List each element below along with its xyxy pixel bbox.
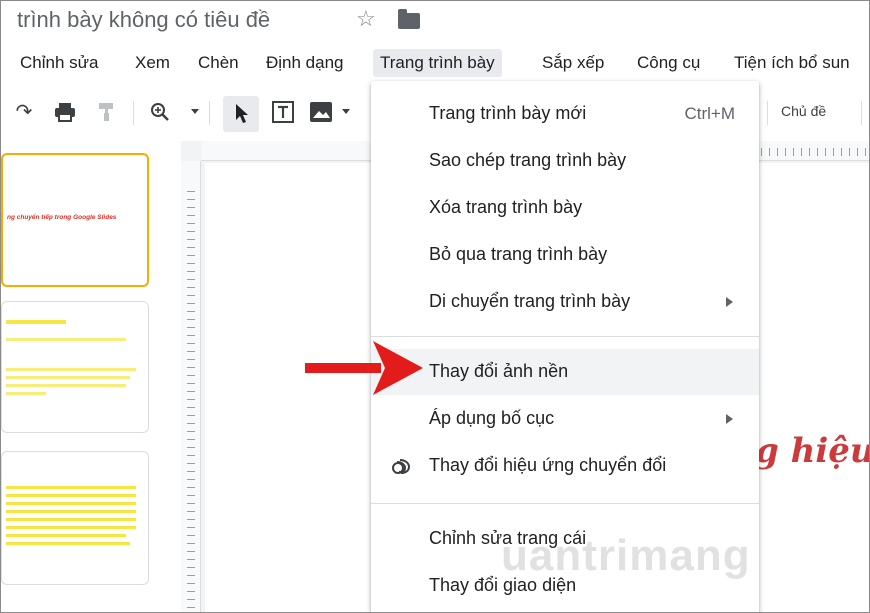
slide-thumbnail-title: ng chuyển tiếp trong Google Slides: [7, 214, 117, 221]
watermark-logo: uantrimang: [501, 531, 751, 580]
menu-item-change-background[interactable]: Thay đổi ảnh nền: [371, 349, 759, 395]
menu-bar: Chỉnh sửa Xem Chèn Định dạng Trang trình…: [1, 41, 869, 81]
toolbar-divider: [133, 101, 134, 125]
menu-item-label: Bỏ qua trang trình bày: [429, 244, 608, 264]
menu-item-label: Sao chép trang trình bày: [429, 150, 627, 170]
menu-item-delete-slide[interactable]: Xóa trang trình bày: [371, 185, 759, 231]
folder-icon[interactable]: [398, 9, 420, 29]
menu-item-skip-slide[interactable]: Bỏ qua trang trình bày: [371, 232, 759, 278]
title-row: trình bày không có tiêu đề ☆: [1, 1, 869, 41]
toolbar-divider: [861, 101, 862, 125]
image-icon[interactable]: [307, 97, 335, 127]
zoom-dropdown-caret-icon[interactable]: [191, 109, 199, 114]
menu-slide[interactable]: Trang trình bày: [373, 49, 502, 77]
submenu-arrow-icon: [726, 297, 733, 307]
paint-format-icon[interactable]: [93, 97, 119, 127]
thumbnail-text-line: [6, 338, 126, 341]
menu-item-apply-layout[interactable]: Áp dụng bố cục: [371, 396, 759, 442]
thumbnail-text-line: [6, 542, 130, 545]
thumbnail-text-line: [6, 534, 126, 537]
zoom-icon[interactable]: [147, 97, 173, 127]
red-arrow-annotation: [305, 341, 423, 395]
menu-item-label: Xóa trang trình bày: [429, 197, 583, 217]
menu-item-label: Thay đổi ảnh nền: [429, 361, 569, 381]
theme-button[interactable]: Chủ đề: [781, 103, 826, 119]
thumbnail-text-line: [6, 526, 136, 529]
thumbnail-heading-line: [6, 320, 66, 324]
toolbar-divider: [767, 101, 768, 125]
menu-item-new-slide[interactable]: Trang trình bày mới Ctrl+M: [371, 91, 759, 137]
shortcut-label: Ctrl+M: [684, 104, 735, 123]
menu-addons[interactable]: Tiện ích bổ sun: [727, 49, 857, 77]
select-icon: [236, 104, 248, 123]
thumbnail-text-line: [6, 510, 136, 513]
ruler-ticks: [761, 148, 869, 156]
redo-icon[interactable]: ↷: [11, 97, 37, 127]
app-window: trình bày không có tiêu đề ☆ Chỉnh sửa X…: [0, 0, 870, 613]
menu-item-label: Áp dụng bố cục: [429, 408, 555, 428]
menu-edit[interactable]: Chỉnh sửa: [13, 49, 105, 77]
document-title[interactable]: trình bày không có tiêu đề: [17, 7, 270, 33]
menu-arrange[interactable]: Sắp xếp: [535, 49, 611, 77]
toolbar-divider: [209, 101, 210, 125]
thumbnail-text-line: [6, 518, 136, 521]
ruler-ticks: [187, 191, 195, 611]
menu-item-label: Thay đổi hiệu ứng chuyển đổi: [429, 455, 667, 475]
menu-view[interactable]: Xem: [128, 49, 177, 77]
menu-item-change-transition[interactable]: Thay đổi hiệu ứng chuyển đổi: [371, 443, 759, 489]
star-icon[interactable]: ☆: [356, 6, 376, 32]
image-dropdown-caret-icon[interactable]: [342, 109, 350, 114]
thumbnail-text-line: [6, 392, 46, 395]
menu-insert[interactable]: Chèn: [191, 49, 246, 77]
menu-divider: [371, 503, 759, 504]
textbox-icon[interactable]: [269, 97, 297, 127]
slide-filmstrip: ng chuyển tiếp trong Google Slides: [1, 141, 181, 612]
menu-item-label: Trang trình bày mới: [429, 103, 587, 123]
slide-title-text[interactable]: g hiệu ứ: [755, 431, 869, 471]
menu-item-duplicate-slide[interactable]: Sao chép trang trình bày: [371, 138, 759, 184]
print-icon[interactable]: [51, 97, 79, 127]
slide-thumbnail-2[interactable]: [1, 301, 149, 433]
menu-item-label: Di chuyển trang trình bày: [429, 291, 631, 311]
thumbnail-text-line: [6, 376, 130, 379]
thumbnail-text-line: [6, 486, 136, 489]
slide-thumbnail-3[interactable]: [1, 451, 149, 585]
menu-divider: [371, 336, 759, 337]
menu-tools[interactable]: Công cụ: [630, 49, 707, 77]
thumbnail-text-line: [6, 494, 136, 497]
submenu-arrow-icon: [726, 414, 733, 424]
thumbnail-text-line: [6, 502, 136, 505]
transition-icon: [392, 459, 411, 474]
menu-format[interactable]: Định dạng: [259, 49, 351, 77]
slide-thumbnail-1[interactable]: ng chuyển tiếp trong Google Slides: [1, 153, 149, 287]
select-tool-button[interactable]: [223, 96, 259, 132]
thumbnail-text-line: [6, 368, 136, 371]
thumbnail-text-line: [6, 384, 126, 387]
menu-item-move-slide[interactable]: Di chuyển trang trình bày: [371, 279, 759, 325]
